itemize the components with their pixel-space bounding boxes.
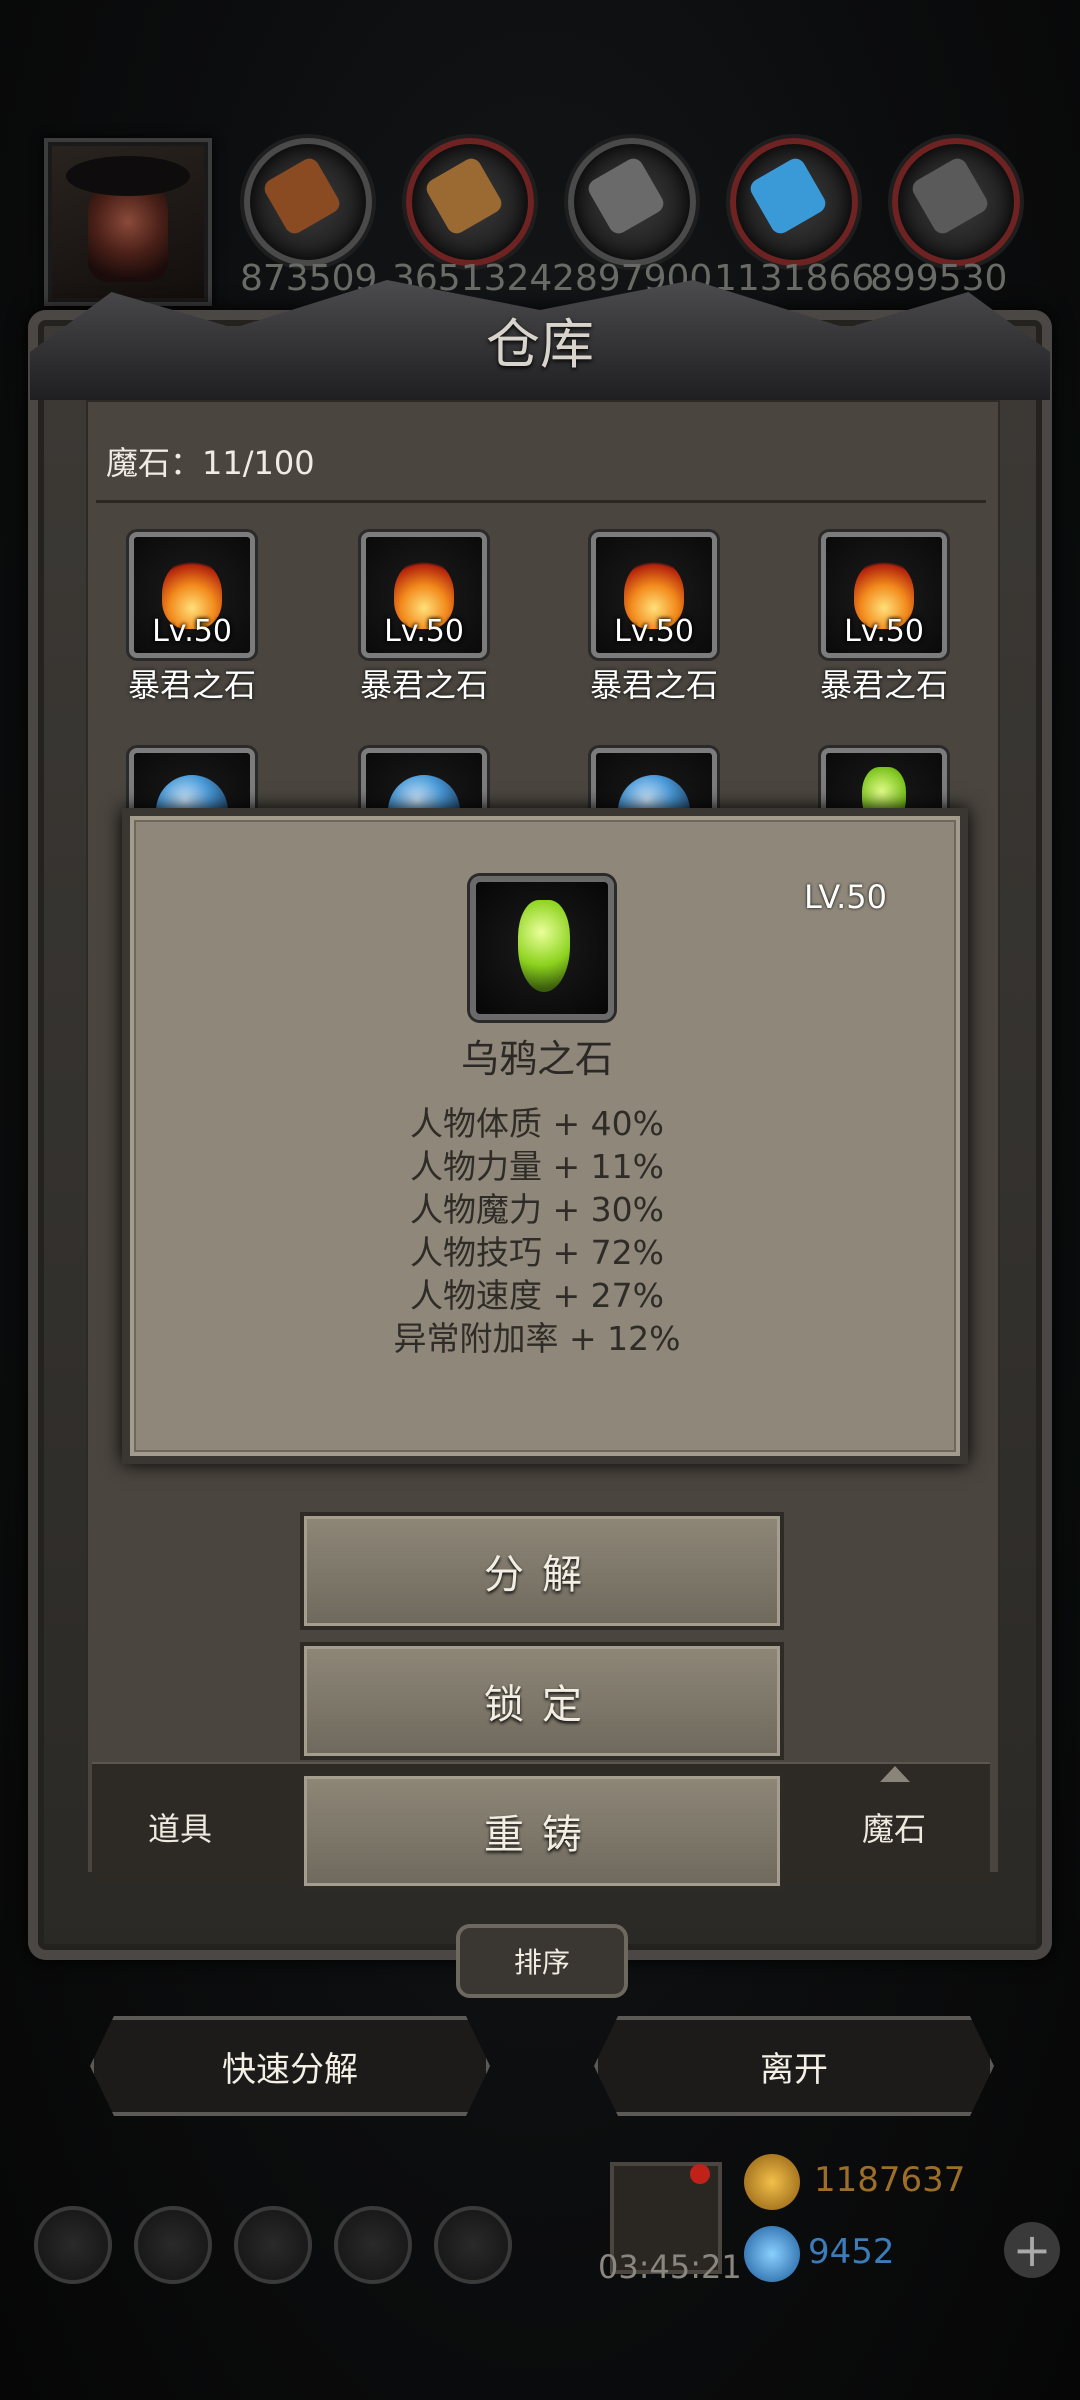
stat-line: 人物速度 + 27% xyxy=(410,1276,664,1315)
inventory-item[interactable]: Lv.50 暴君之石 xyxy=(334,532,514,706)
notification-dot xyxy=(690,2164,710,2184)
stat-line: 人物魔力 + 30% xyxy=(410,1190,664,1229)
settings-icon[interactable] xyxy=(34,2206,112,2284)
bag-icon[interactable] xyxy=(434,2206,512,2284)
item-level: Lv.50 xyxy=(614,614,694,649)
gold-amount: 1187637 xyxy=(814,2160,966,2200)
item-slot: Lv.50 xyxy=(591,532,717,658)
leave-button[interactable]: 离开 xyxy=(594,2016,994,2116)
decompose-button[interactable]: 分解 xyxy=(300,1512,784,1630)
gem-icon xyxy=(744,2226,800,2282)
item-slot: Lv.50 xyxy=(821,532,947,658)
resource-value: 899530 xyxy=(870,258,1008,299)
gem-amount: 9452 xyxy=(808,2232,895,2272)
tab-items[interactable]: 道具 xyxy=(148,1804,212,1850)
inventory-item[interactable]: Lv.50 暴君之石 xyxy=(102,532,282,706)
item-name: 暴君之石 xyxy=(589,666,718,704)
page-title: 仓库 xyxy=(486,313,594,376)
tab-magic-stone[interactable]: 魔石 xyxy=(862,1804,926,1850)
item-level: Lv.50 xyxy=(844,614,924,649)
skills-icon[interactable] xyxy=(234,2206,312,2284)
item-level: Lv.50 xyxy=(384,614,464,649)
mail-icon[interactable] xyxy=(334,2206,412,2284)
stat-line: 人物体质 + 40% xyxy=(410,1104,664,1143)
item-slot: Lv.50 xyxy=(129,532,255,658)
resource-value: 1131866 xyxy=(714,258,875,299)
resource-iron-icon xyxy=(568,138,696,266)
item-level: Lv.50 xyxy=(152,614,232,649)
sort-button[interactable]: 排序 xyxy=(456,1924,628,1998)
capacity-label: 魔石：11/100 xyxy=(106,444,315,482)
item-name: 暴君之石 xyxy=(127,666,256,704)
popup-item-name: 乌鸦之石 xyxy=(460,1037,613,1081)
crow-stone-icon xyxy=(518,900,570,992)
item-name: 暴君之石 xyxy=(359,666,488,704)
item-name: 暴君之石 xyxy=(819,666,948,704)
stat-line: 异常附加率 + 12% xyxy=(393,1319,681,1358)
gift-timer: 03:45:21 xyxy=(598,2248,742,2286)
divider xyxy=(96,500,986,503)
resource-wood-icon xyxy=(406,138,534,266)
resource-ore-icon xyxy=(892,138,1020,266)
inventory-item[interactable]: Lv.50 暴君之石 xyxy=(564,532,744,706)
character-icon[interactable] xyxy=(134,2206,212,2284)
resource-leather-icon xyxy=(244,138,372,266)
player-avatar[interactable] xyxy=(44,138,212,306)
lock-button[interactable]: 锁定 xyxy=(300,1642,784,1760)
popup-stats: 人物体质 + 40% 人物力量 + 11% 人物魔力 + 30% 人物技巧 + … xyxy=(122,1102,952,1360)
resource-crystal-icon xyxy=(730,138,858,266)
inventory-item[interactable]: Lv.50 暴君之石 xyxy=(794,532,974,706)
stat-line: 人物力量 + 11% xyxy=(410,1147,664,1186)
gold-coin-icon xyxy=(744,2154,800,2210)
stat-line: 人物技巧 + 72% xyxy=(410,1233,664,1272)
quick-decompose-button[interactable]: 快速分解 xyxy=(90,2016,490,2116)
reforge-button[interactable]: 重铸 xyxy=(300,1772,784,1890)
add-currency-icon[interactable]: + xyxy=(1004,2222,1060,2278)
item-slot: Lv.50 xyxy=(361,532,487,658)
popup-item-level: LV.50 xyxy=(804,878,887,916)
popup-item-slot xyxy=(470,876,614,1020)
